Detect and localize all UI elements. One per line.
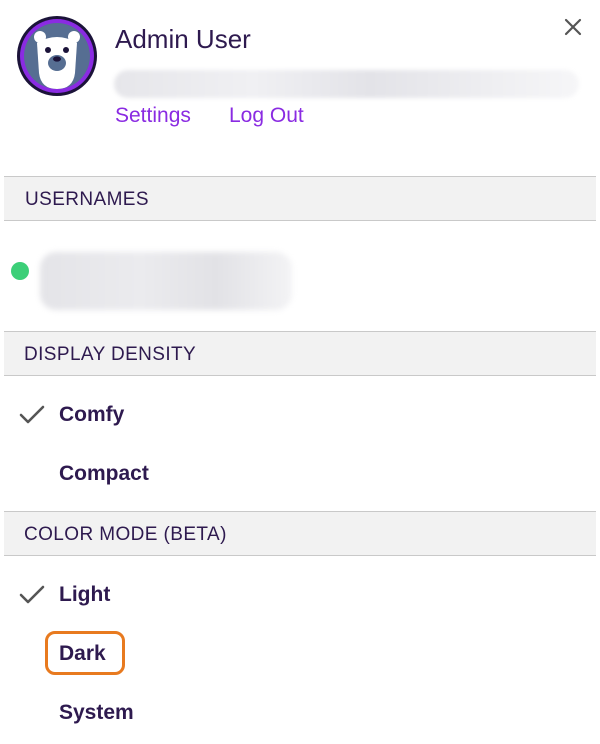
- density-option-compact[interactable]: Compact: [0, 453, 600, 497]
- density-option-comfy[interactable]: Comfy: [0, 394, 600, 438]
- option-label: Light: [59, 583, 111, 606]
- settings-link[interactable]: Settings: [115, 104, 191, 128]
- bear-avatar-icon: [24, 23, 90, 89]
- color-mode-option-system[interactable]: System: [0, 692, 600, 736]
- user-menu-panel: Admin User Settings Log Out USERNAMES DI…: [0, 0, 600, 744]
- close-icon: [564, 18, 582, 36]
- check-icon: [19, 585, 45, 604]
- color-mode-option-light[interactable]: Light: [0, 574, 600, 618]
- display-density-section-header: DISPLAY DENSITY: [4, 331, 596, 376]
- section-title: COLOR MODE (BETA): [24, 524, 227, 545]
- usernames-section-header: USERNAMES: [4, 176, 596, 221]
- option-label: Dark: [59, 642, 106, 665]
- option-label: Compact: [59, 462, 149, 485]
- option-label: System: [59, 701, 134, 724]
- redacted-username: [40, 252, 292, 310]
- color-mode-option-dark[interactable]: Dark: [0, 633, 600, 677]
- avatar[interactable]: [17, 16, 97, 96]
- section-title: USERNAMES: [25, 189, 149, 210]
- check-icon: [19, 405, 45, 424]
- option-label: Comfy: [59, 403, 125, 426]
- color-mode-section-header: COLOR MODE (BETA): [4, 511, 596, 556]
- log-out-link[interactable]: Log Out: [229, 104, 304, 128]
- redacted-email: [114, 70, 579, 98]
- close-button[interactable]: [558, 12, 588, 42]
- section-title: DISPLAY DENSITY: [24, 344, 197, 365]
- user-name: Admin User: [115, 24, 251, 54]
- online-status-dot: [11, 262, 29, 280]
